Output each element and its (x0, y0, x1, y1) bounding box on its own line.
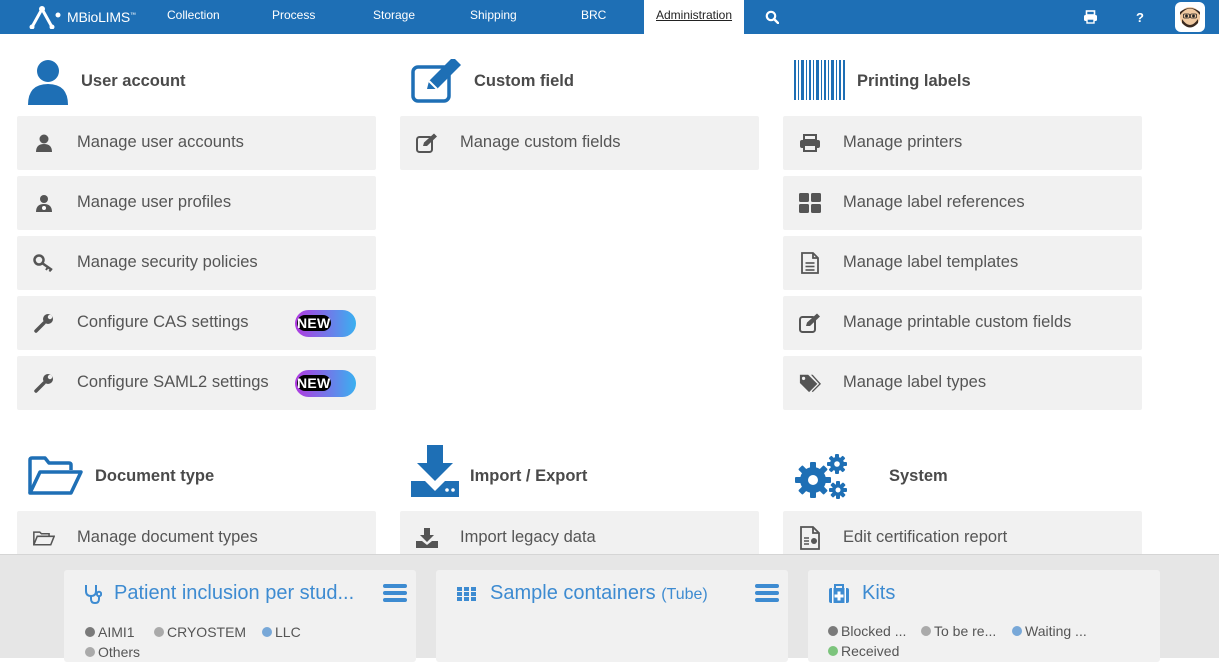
medical-kit-icon (829, 584, 849, 603)
app-logo[interactable]: MBioLIMS™ (28, 4, 136, 30)
item-label: Manage printers (843, 133, 963, 151)
item-label: Manage printable custom fields (843, 313, 1072, 331)
wrench-icon (33, 313, 55, 333)
new-badge: NEW (295, 310, 356, 337)
help-icon[interactable]: ? (1131, 8, 1149, 26)
download-icon (411, 445, 459, 497)
user-icon (28, 60, 68, 105)
manage-printable-custom-fields-item[interactable]: Manage printable custom fields (783, 296, 1142, 350)
document-icon (799, 252, 821, 274)
legend-item: Waiting ... (1012, 623, 1087, 639)
dashboard-panel: Patient inclusion per stud... AIMI1 CRYO… (0, 554, 1219, 662)
manage-printers-item[interactable]: Manage printers (783, 116, 1142, 170)
edit-icon (411, 59, 461, 103)
section-title: Document type (95, 467, 215, 485)
item-label: Manage label references (843, 193, 1025, 211)
item-label: Manage security policies (77, 253, 258, 271)
legend-item: CRYOSTEM (154, 624, 246, 640)
search-icon[interactable] (763, 8, 781, 26)
manage-security-policies-item[interactable]: Manage security policies (17, 236, 376, 290)
manage-user-accounts-item[interactable]: Manage user accounts (17, 116, 376, 170)
user-icon (33, 133, 55, 153)
legend-item: Received (828, 643, 899, 659)
item-label: Manage user profiles (77, 193, 232, 211)
legend-item: Blocked ... (828, 623, 906, 639)
top-navbar: MBioLIMS™ Collection Process Storage Shi… (0, 0, 1219, 34)
widget-kits: Kits Blocked ... To be re... Waiting ...… (808, 570, 1160, 662)
wrench-icon (33, 373, 55, 393)
widget-title: Patient inclusion per stud... (114, 582, 355, 604)
print-icon[interactable] (1081, 8, 1099, 26)
nav-storage[interactable]: Storage (373, 0, 415, 34)
section-title: Printing labels (857, 72, 971, 90)
certificate-icon (799, 526, 821, 550)
configure-saml2-settings-item[interactable]: Configure SAML2 settings NEW (17, 356, 376, 410)
section-header: System (783, 451, 1142, 501)
item-label: Configure SAML2 settings (77, 373, 269, 391)
item-label: Import legacy data (460, 528, 596, 546)
section-title: System (889, 467, 948, 485)
section-header: Document type (17, 451, 376, 501)
edit-icon (416, 133, 438, 153)
legend-item: AIMI1 (85, 624, 135, 640)
user-profile-icon (33, 193, 55, 213)
section-header: Custom field (400, 56, 759, 106)
item-label: Manage label templates (843, 253, 1019, 271)
nav-brc[interactable]: BRC (581, 0, 606, 34)
legend-item: LLC (262, 624, 301, 640)
download-icon (416, 528, 438, 548)
gears-icon (795, 454, 847, 499)
item-label: Manage user accounts (77, 133, 244, 151)
menu-icon[interactable] (755, 584, 779, 602)
section-title: User account (81, 72, 186, 90)
section-title: Import / Export (470, 467, 588, 485)
menu-icon[interactable] (383, 584, 407, 602)
logo-icon (29, 5, 61, 29)
printer-icon (799, 133, 821, 153)
manage-label-types-item[interactable]: Manage label types (783, 356, 1142, 410)
widget-sample-containers: Sample containers (Tube) (436, 570, 788, 662)
edit-icon (799, 313, 821, 333)
item-label: Manage label types (843, 373, 987, 391)
widget-patient-inclusion: Patient inclusion per stud... AIMI1 CRYO… (64, 570, 416, 662)
item-label: Manage custom fields (460, 133, 621, 151)
stethoscope-icon (85, 585, 102, 604)
nav-shipping[interactable]: Shipping (470, 0, 517, 34)
section-header: Import / Export (400, 443, 759, 497)
nav-collection[interactable]: Collection (167, 0, 220, 34)
nav-process[interactable]: Process (272, 0, 315, 34)
key-icon (33, 253, 55, 273)
item-label: Configure CAS settings (77, 313, 249, 331)
section-header: User account (17, 56, 376, 106)
widget-title: Sample containers (Tube) (490, 582, 708, 604)
grid-icon (799, 193, 821, 213)
folder-open-icon (33, 528, 55, 548)
avatar[interactable] (1175, 2, 1205, 32)
folder-open-icon (28, 456, 83, 495)
new-badge: NEW (295, 370, 356, 397)
grid-dots-icon (457, 587, 476, 601)
section-title: Custom field (474, 72, 574, 90)
barcode-icon (794, 60, 845, 100)
tags-icon (799, 373, 821, 393)
section-header: Printing labels (783, 56, 1142, 106)
manage-label-templates-item[interactable]: Manage label templates (783, 236, 1142, 290)
logo-text: MBioLIMS™ (67, 9, 136, 25)
item-label: Edit certification report (843, 528, 1008, 546)
legend-item: To be re... (921, 623, 996, 639)
nav-administration[interactable]: Administration (644, 0, 745, 34)
item-label: Manage document types (77, 528, 258, 546)
manage-user-profiles-item[interactable]: Manage user profiles (17, 176, 376, 230)
configure-cas-settings-item[interactable]: Configure CAS settings NEW (17, 296, 376, 350)
manage-label-references-item[interactable]: Manage label references (783, 176, 1142, 230)
manage-custom-fields-item[interactable]: Manage custom fields (400, 116, 759, 170)
widget-title: Kits (862, 582, 896, 604)
